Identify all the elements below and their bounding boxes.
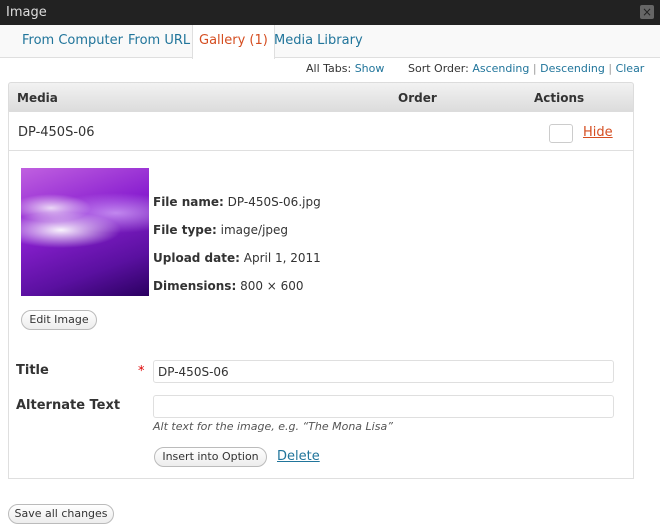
close-icon[interactable]: × (640, 5, 654, 19)
show-all-tabs-link[interactable]: Show (355, 62, 385, 75)
sort-clear-link[interactable]: Clear (616, 62, 645, 75)
alternate-text-input[interactable] (153, 395, 614, 418)
title-input[interactable] (153, 360, 614, 383)
window-title: Image (6, 5, 47, 20)
separator: | (608, 62, 613, 75)
sort-order-control: Sort Order: Ascending | Descending | Cle… (408, 62, 644, 75)
column-order: Order (398, 91, 437, 105)
media-table-header: Media Order Actions (8, 82, 634, 112)
sort-descending-link[interactable]: Descending (540, 62, 605, 75)
all-tabs-label: All Tabs: (306, 62, 352, 75)
alt-text-help: Alt text for the image, e.g. “The Mona L… (153, 420, 393, 433)
required-mark: * (138, 364, 145, 379)
tab-gallery[interactable]: Gallery (1) (192, 25, 275, 59)
insert-into-option-button[interactable]: Insert into Option (154, 447, 267, 467)
delete-link[interactable]: Delete (277, 449, 320, 464)
file-name-info: File name: DP-450S-06.jpg (153, 195, 321, 209)
file-type-value: image/jpeg (220, 223, 289, 237)
upload-date-value: April 1, 2011 (243, 251, 321, 265)
upload-date-info: Upload date: April 1, 2011 (153, 251, 321, 265)
tab-bar: From Computer From URL Gallery (1) Media… (0, 25, 660, 59)
sort-ascending-link[interactable]: Ascending (472, 62, 529, 75)
upload-date-label: Upload date: (153, 251, 240, 265)
dimensions-label: Dimensions: (153, 279, 237, 293)
title-label: Title (16, 363, 49, 378)
tab-media-library[interactable]: Media Library (274, 25, 363, 58)
hide-link[interactable]: Hide (583, 125, 613, 140)
column-actions: Actions (534, 91, 585, 105)
all-tabs-control: All Tabs: Show (306, 62, 384, 75)
media-item-filename: DP-450S-06 (18, 125, 95, 140)
dimensions-value: 800 × 600 (240, 279, 304, 293)
alternate-text-label: Alternate Text (16, 398, 121, 413)
column-media: Media (17, 91, 58, 105)
window-titlebar: Image × (0, 0, 660, 25)
dimensions-info: Dimensions: 800 × 600 (153, 279, 304, 293)
tab-from-computer[interactable]: From Computer (22, 25, 123, 58)
menu-order-input[interactable] (549, 124, 573, 143)
save-all-changes-button[interactable]: Save all changes (8, 504, 114, 524)
file-type-info: File type: image/jpeg (153, 223, 288, 237)
image-thumbnail (21, 168, 149, 296)
edit-image-button[interactable]: Edit Image (21, 310, 97, 330)
file-name-label: File name: (153, 195, 224, 209)
tab-from-url[interactable]: From URL (128, 25, 190, 58)
separator: | (532, 62, 537, 75)
divider (9, 150, 633, 151)
sort-order-label: Sort Order: (408, 62, 469, 75)
file-name-value: DP-450S-06.jpg (227, 195, 321, 209)
file-type-label: File type: (153, 223, 217, 237)
